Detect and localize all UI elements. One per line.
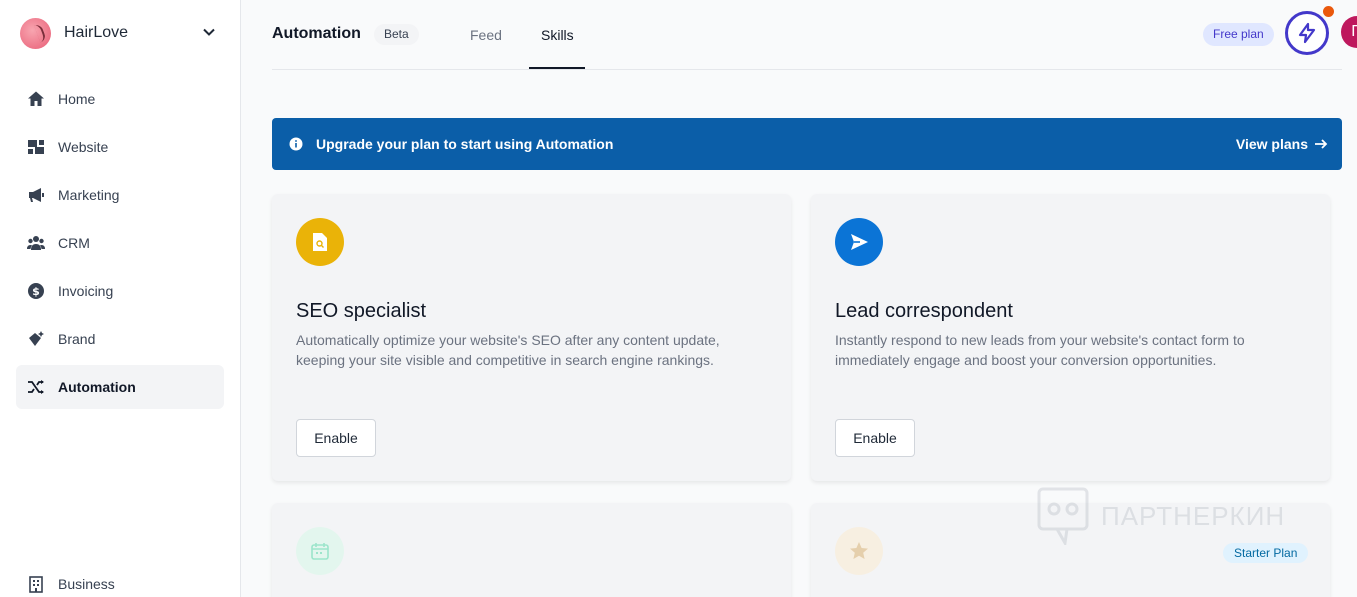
svg-text:$: $ [32,285,40,298]
sidebar-item-business[interactable]: Business [16,562,224,597]
skill-card-lead: Lead correspondent Instantly respond to … [811,194,1330,481]
card-description: Instantly respond to new leads from your… [835,332,1245,368]
page-header: Automation Beta Feed Skills Free plan П [272,0,1357,70]
building-icon [26,574,46,594]
page-title: Automation [272,25,361,42]
send-icon [835,218,883,266]
sidebar-item-label: Website [58,139,109,155]
star-icon [835,527,883,575]
watermark-text: ПАРТНЕРКИН [1101,500,1286,531]
home-icon [26,89,46,109]
sidebar-item-brand[interactable]: Brand [16,317,224,361]
skill-card-seo: SEO specialist Automatically optimize yo… [272,194,791,481]
sidebar-item-label: Brand [58,331,96,347]
watermark-logo-icon [1037,487,1089,545]
brand-switcher[interactable]: HairLove [20,17,220,49]
notification-dot [1323,6,1334,17]
view-plans-link[interactable]: View plans [1236,136,1328,152]
sidebar-item-label: Invoicing [58,283,114,299]
sidebar-nav: Home Website Marketing CRM $ Invoicing B… [16,77,224,413]
upgrade-button[interactable] [1285,11,1329,55]
sidebar-item-label: Marketing [58,187,120,203]
sidebar-bottom: Business [16,562,224,597]
brand-icon [26,329,46,349]
brand-logo [20,17,51,49]
document-search-icon [296,218,344,266]
view-plans-label: View plans [1235,136,1308,152]
sidebar-item-label: Business [58,576,115,592]
sidebar-item-crm[interactable]: CRM [16,221,224,265]
banner-message: Upgrade your plan to start using Automat… [316,136,614,152]
card-title: Lead correspondent [835,300,1013,322]
active-tab-indicator [529,67,585,69]
sidebar-item-invoicing[interactable]: $ Invoicing [16,269,224,313]
sidebar-item-label: Automation [58,379,136,395]
watermark: ПАРТНЕРКИН [1037,487,1317,545]
plan-badge[interactable]: Free plan [1203,23,1274,46]
sidebar-item-website[interactable]: Website [16,125,224,169]
calendar-icon [296,527,344,575]
upgrade-banner: Upgrade your plan to start using Automat… [272,118,1342,170]
tab-feed[interactable]: Feed [470,27,502,43]
card-title: SEO specialist [296,300,427,322]
users-icon [26,233,46,253]
enable-lead-button[interactable]: Enable [835,419,915,457]
sidebar: HairLove Home Website Marketing CRM $ In… [0,0,241,597]
info-icon [289,137,303,151]
chevron-down-icon [203,28,215,36]
arrow-right-icon [1315,139,1328,149]
tab-skills[interactable]: Skills [541,27,574,43]
sidebar-item-marketing[interactable]: Marketing [16,173,224,217]
avatar[interactable]: П [1341,16,1357,48]
brand-name: HairLove [64,24,129,41]
shuffle-icon [26,377,46,397]
sidebar-item-home[interactable]: Home [16,77,224,121]
sidebar-item-label: CRM [58,235,90,251]
enable-seo-button[interactable]: Enable [296,419,376,457]
lightning-icon [1298,22,1316,44]
website-icon [26,137,46,157]
dollar-icon: $ [26,281,46,301]
card-description: Automatically optimize your website's SE… [296,332,720,368]
sidebar-item-label: Home [58,91,96,107]
skill-card-calendar [272,503,791,597]
sidebar-item-automation[interactable]: Automation [16,365,224,409]
starter-plan-badge: Starter Plan [1223,543,1309,563]
beta-badge: Beta [374,24,419,45]
megaphone-icon [26,185,46,205]
